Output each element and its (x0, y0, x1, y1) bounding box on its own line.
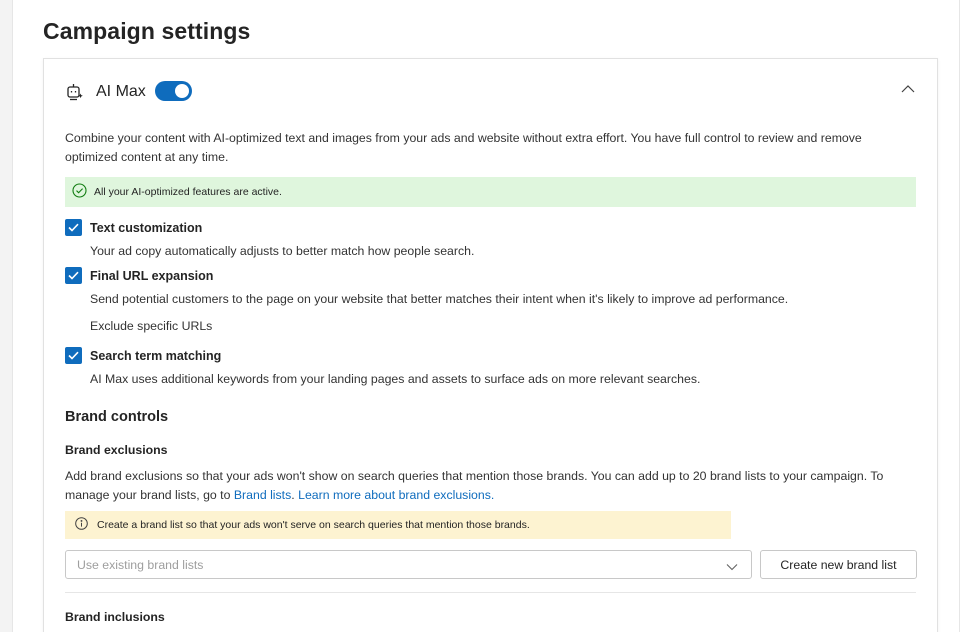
page: Campaign settings AI Max Combine your co… (12, 0, 960, 632)
check-circle-icon (72, 183, 94, 201)
brand-exclusions-description: Add brand exclusions so that your ads wo… (65, 467, 915, 505)
brand-controls-heading: Brand controls (65, 409, 169, 425)
text-customization-checkbox[interactable] (65, 219, 82, 236)
brand-list-warning: Create a brand list so that your ads won… (65, 511, 731, 539)
status-banner: All your AI-optimized features are activ… (65, 177, 916, 207)
text-customization-description: Your ad copy automatically adjusts to be… (90, 244, 475, 258)
chevron-down-icon (726, 560, 738, 574)
status-banner-text: All your AI-optimized features are activ… (94, 186, 282, 198)
final-url-expansion-description: Send potential customers to the page on … (90, 292, 789, 306)
brand-exclusions-heading: Brand exclusions (65, 443, 168, 457)
toggle-knob (175, 84, 189, 98)
select-placeholder: Use existing brand lists (77, 557, 204, 572)
page-title: Campaign settings (43, 18, 251, 44)
text-customization-label: Text customization (90, 220, 203, 235)
create-brand-list-button[interactable]: Create new brand list (760, 550, 917, 579)
warning-text: Create a brand list so that your ads won… (97, 519, 530, 531)
final-url-expansion-checkbox[interactable] (65, 267, 82, 284)
info-icon (75, 517, 97, 533)
checkmark-icon (68, 223, 79, 232)
brand-inclusions-heading: Brand inclusions (65, 610, 165, 624)
ai-max-toggle[interactable] (155, 81, 192, 101)
ai-sparkle-icon (65, 82, 85, 102)
divider (65, 592, 916, 593)
brand-lists-link[interactable]: Brand lists (234, 488, 291, 502)
brand-lists-select[interactable]: Use existing brand lists (65, 550, 752, 579)
checkmark-icon (68, 271, 79, 280)
feature-final-url-expansion: Final URL expansion (65, 267, 213, 284)
checkmark-icon (68, 351, 79, 360)
search-term-matching-description: AI Max uses additional keywords from you… (90, 372, 701, 386)
final-url-expansion-label: Final URL expansion (90, 268, 214, 283)
chevron-up-icon[interactable] (901, 81, 917, 95)
search-term-matching-label: Search term matching (90, 348, 222, 363)
ai-max-description: Combine your content with AI-optimized t… (65, 131, 862, 164)
learn-more-link[interactable]: Learn more about brand exclusions. (298, 488, 494, 502)
search-term-matching-checkbox[interactable] (65, 347, 82, 364)
feature-search-term-matching: Search term matching (65, 347, 221, 364)
ai-max-card: AI Max Combine your content with AI-opti… (43, 58, 938, 632)
exclude-urls-link[interactable]: Exclude specific URLs (90, 319, 212, 333)
feature-text-customization: Text customization (65, 219, 202, 236)
ai-max-title: AI Max (96, 83, 146, 100)
